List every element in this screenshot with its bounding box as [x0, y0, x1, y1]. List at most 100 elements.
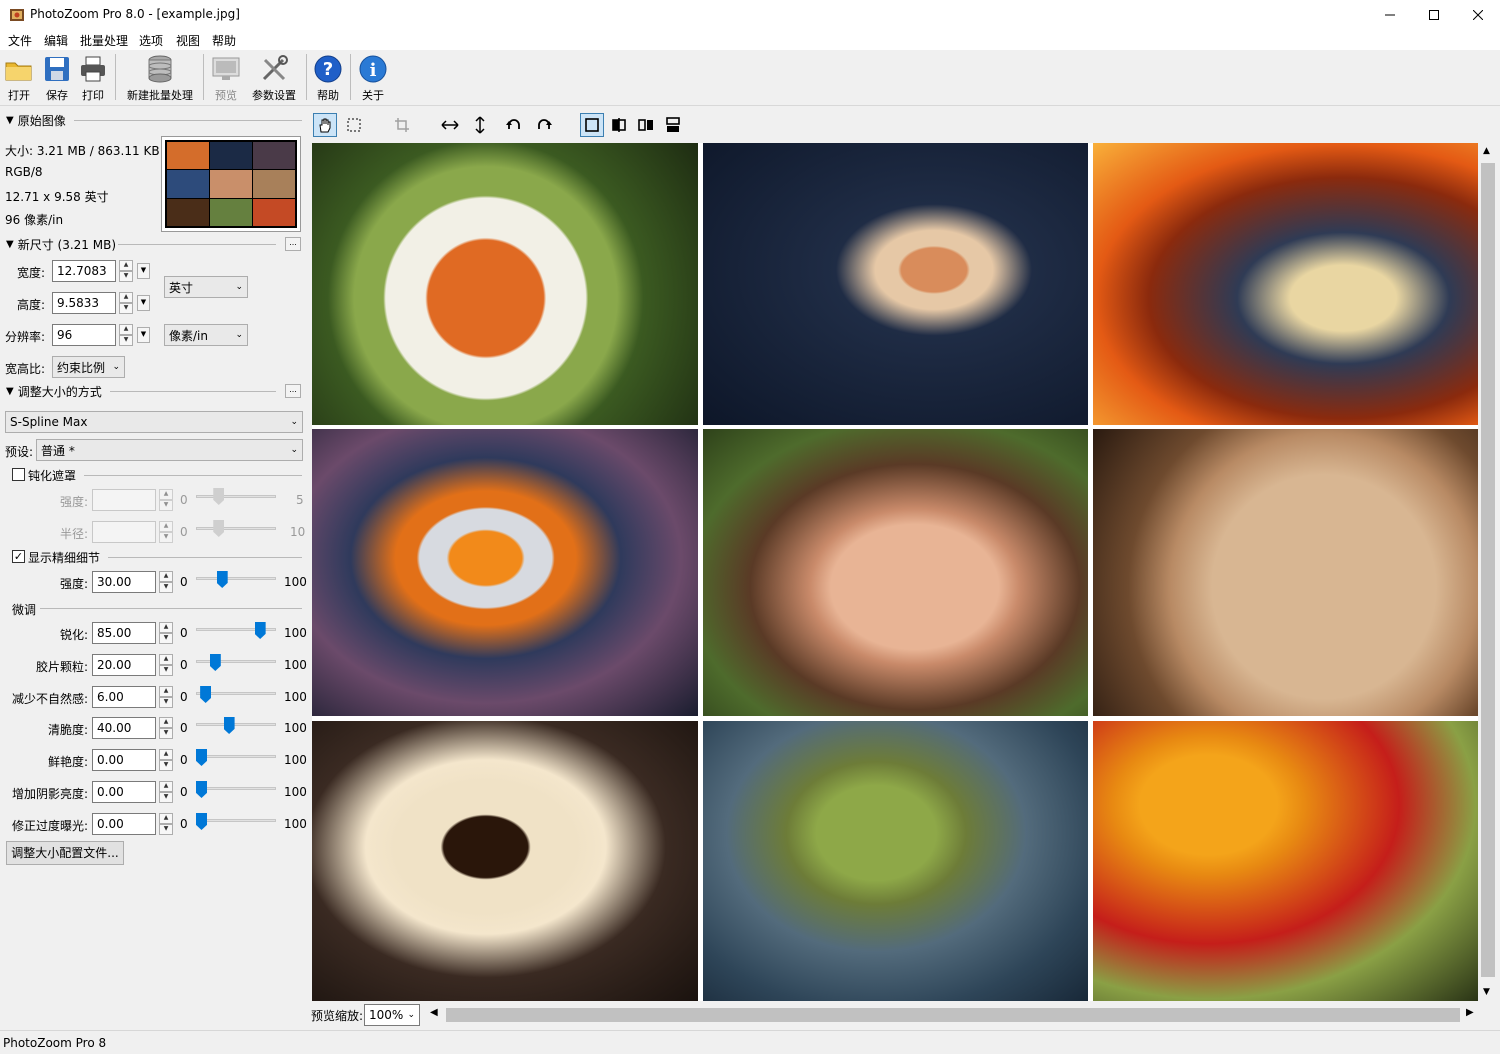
slider-max: 100	[284, 690, 307, 704]
slider-max: 100	[284, 753, 307, 767]
width-label: 宽度:	[16, 266, 45, 280]
single-view-button[interactable]	[580, 113, 604, 137]
film-grain-slider[interactable]	[196, 660, 276, 663]
menu-edit[interactable]: 编辑	[44, 32, 68, 49]
unsharp-strength-input[interactable]	[92, 489, 156, 511]
sharpen-spinner[interactable]: ▲ ▼	[159, 622, 173, 644]
scroll-down-icon[interactable]: ▼	[1483, 987, 1490, 997]
height-input[interactable]: 9.5833	[52, 292, 116, 314]
menu-view[interactable]: 视图	[176, 32, 200, 49]
crispness-spinner[interactable]: ▲ ▼	[159, 717, 173, 739]
slider-max: 10	[290, 525, 306, 539]
reduce-artifacts-spinner[interactable]: ▲ ▼	[159, 686, 173, 708]
menu-options[interactable]: 选项	[139, 32, 163, 49]
highlight-fix-input[interactable]: 0.00	[92, 813, 156, 835]
vibrancy-slider[interactable]	[196, 755, 276, 758]
resolution-spinner[interactable]: ▲ ▼	[119, 324, 133, 346]
selection-icon	[347, 118, 361, 132]
crispness-input[interactable]: 40.00	[92, 717, 156, 739]
rotate-left-button[interactable]	[502, 113, 526, 137]
crispness-slider[interactable]	[196, 723, 276, 726]
width-menu-button[interactable]: ▼	[137, 263, 150, 279]
aspect-select[interactable]: 约束比例 ⌄	[52, 356, 125, 378]
close-icon	[1473, 10, 1483, 20]
reduce-artifacts-input[interactable]: 6.00	[92, 686, 156, 708]
preview-button[interactable]: 预览	[210, 53, 242, 103]
vertical-arrows-icon	[475, 116, 485, 134]
vibrancy-input[interactable]: 0.00	[92, 749, 156, 771]
close-button[interactable]	[1455, 0, 1500, 30]
print-button[interactable]: 打印	[77, 53, 109, 103]
vibrancy-spinner[interactable]: ▲ ▼	[159, 749, 173, 771]
resolution-menu-button[interactable]: ▼	[137, 327, 150, 343]
scroll-right-icon[interactable]: ▶	[1466, 1007, 1474, 1018]
detail-strength-spinner[interactable]: ▲ ▼	[159, 571, 173, 593]
unsharp-radius-spinner[interactable]: ▲ ▼	[159, 521, 173, 543]
slider-max: 100	[284, 817, 307, 831]
minimize-button[interactable]	[1367, 0, 1413, 30]
film-grain-label: 胶片颗粒:	[35, 660, 88, 674]
film-grain-spinner[interactable]: ▲ ▼	[159, 654, 173, 676]
unsharp-mask-checkbox[interactable]	[12, 468, 25, 481]
unit-select[interactable]: 英寸 ⌄	[164, 276, 248, 298]
menu-help[interactable]: 帮助	[212, 32, 236, 49]
shadow-lift-input[interactable]: 0.00	[92, 781, 156, 803]
resize-profile-button[interactable]: 调整大小配置文件...	[6, 841, 124, 865]
crop-select-button[interactable]	[342, 113, 366, 137]
method-section-header[interactable]: ▼ 调整大小的方式	[6, 383, 102, 399]
menu-file[interactable]: 文件	[8, 32, 32, 49]
thumbnail-navigator[interactable]	[161, 136, 301, 232]
fit-width-button[interactable]	[438, 113, 462, 137]
detail-strength-input[interactable]: 30.00	[92, 571, 156, 593]
highlight-fix-slider[interactable]	[196, 819, 276, 822]
film-grain-input[interactable]: 20.00	[92, 654, 156, 676]
help-button[interactable]: ? 帮助	[312, 53, 344, 103]
highlight-fix-spinner[interactable]: ▲ ▼	[159, 813, 173, 835]
unsharp-strength-slider[interactable]	[196, 495, 276, 498]
zoom-select[interactable]: 100% ⌄	[364, 1004, 420, 1026]
maximize-button[interactable]	[1411, 0, 1457, 30]
shadow-lift-spinner[interactable]: ▲ ▼	[159, 781, 173, 803]
unsharp-radius-input[interactable]	[92, 521, 156, 543]
width-input[interactable]: 12.7083	[52, 260, 116, 282]
original-section-header[interactable]: ▼ 原始图像	[6, 112, 66, 128]
svg-text:i: i	[370, 60, 377, 81]
open-button[interactable]: 打开	[3, 53, 35, 103]
method-more-button[interactable]: ...	[285, 384, 301, 398]
rotate-right-button[interactable]	[532, 113, 556, 137]
unsharp-radius-slider[interactable]	[196, 527, 276, 530]
hand-icon	[319, 118, 331, 133]
resolution-unit-select[interactable]: 像素/in ⌄	[164, 324, 248, 346]
hand-tool-button[interactable]	[313, 113, 337, 137]
preview-canvas[interactable]	[312, 143, 1478, 1001]
horizontal-arrows-icon	[441, 120, 459, 130]
sharpen-input[interactable]: 85.00	[92, 622, 156, 644]
scroll-up-icon[interactable]: ▲	[1483, 146, 1490, 156]
preset-select[interactable]: 普通 * ⌄	[36, 439, 303, 461]
height-menu-button[interactable]: ▼	[137, 295, 150, 311]
save-button[interactable]: 保存	[41, 53, 73, 103]
height-spinner[interactable]: ▲ ▼	[119, 292, 133, 314]
about-button[interactable]: i 关于	[357, 53, 389, 103]
settings-button[interactable]: 参数设置	[250, 53, 298, 103]
crop-button[interactable]	[390, 113, 414, 137]
resolution-input[interactable]: 96	[52, 324, 116, 346]
horizontal-scroll-thumb[interactable]	[446, 1008, 1460, 1022]
new-size-more-button[interactable]: ...	[285, 237, 301, 251]
split-view-button[interactable]	[607, 113, 631, 137]
new-batch-button[interactable]: 新建批量处理	[124, 53, 196, 103]
algorithm-select[interactable]: S-Spline Max ⌄	[5, 411, 303, 433]
fit-height-button[interactable]	[468, 113, 492, 137]
side-by-side-button[interactable]	[634, 113, 658, 137]
scroll-left-icon[interactable]: ◀	[430, 1007, 438, 1018]
new-size-section-header[interactable]: ▼ 新尺寸 (3.21 MB)	[6, 236, 116, 252]
detail-strength-slider[interactable]	[196, 577, 276, 580]
width-spinner[interactable]: ▲ ▼	[119, 260, 133, 282]
unsharp-strength-spinner[interactable]: ▲ ▼	[159, 489, 173, 511]
top-bottom-button[interactable]	[661, 113, 685, 137]
vertical-scrollbar[interactable]: ▲ ▼	[1478, 143, 1498, 1001]
fine-detail-checkbox[interactable]: ✓	[12, 550, 25, 563]
scroll-thumb[interactable]	[1481, 163, 1495, 977]
shadow-lift-slider[interactable]	[196, 787, 276, 790]
menu-batch[interactable]: 批量处理	[80, 32, 128, 49]
